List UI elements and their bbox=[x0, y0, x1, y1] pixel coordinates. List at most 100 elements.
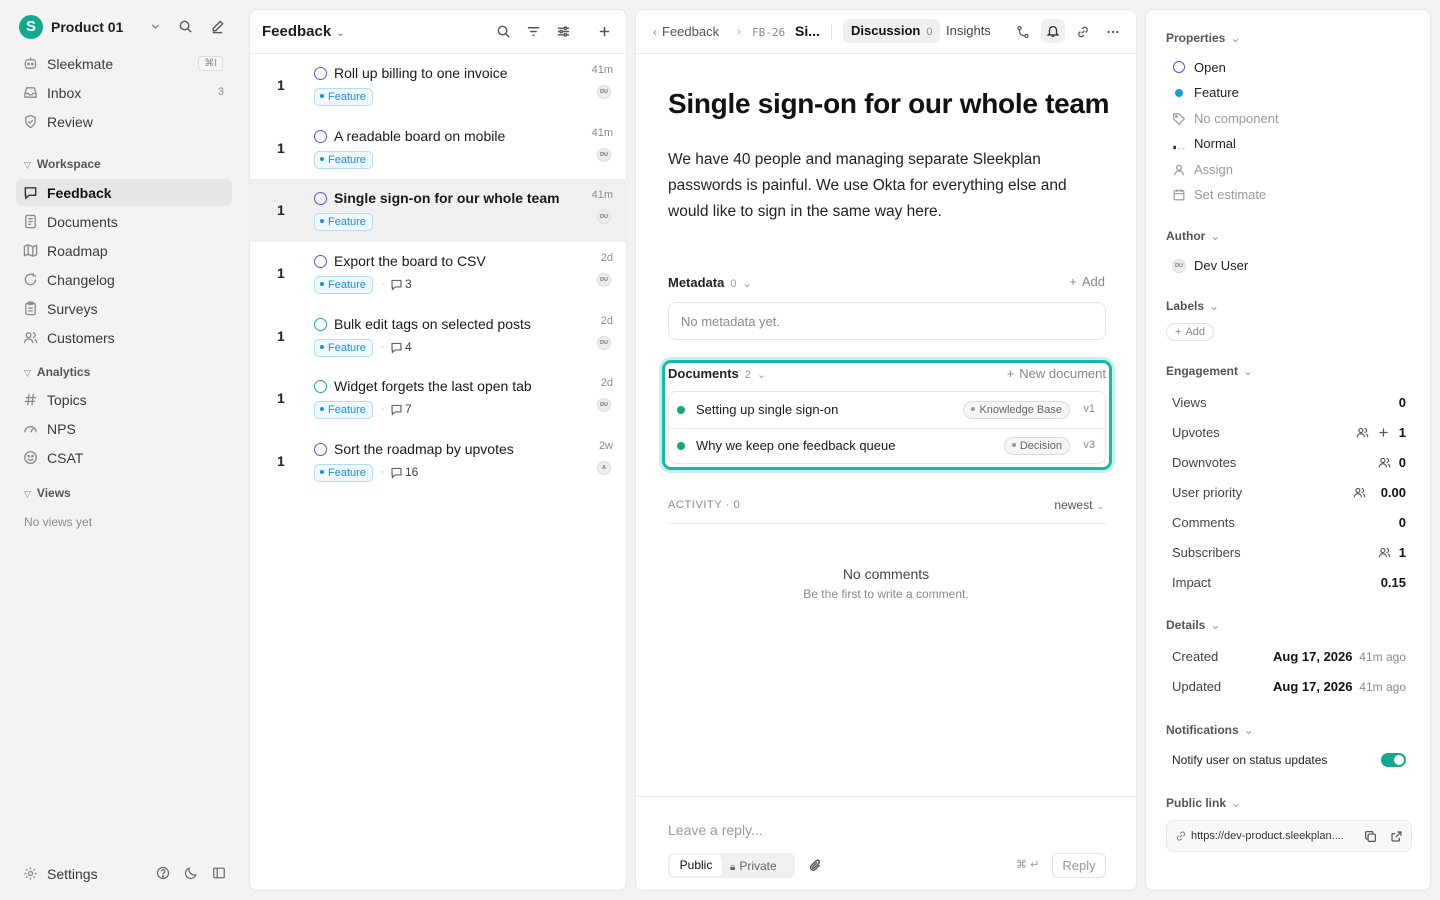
workspace-logo[interactable]: S bbox=[19, 15, 43, 39]
documents-toggle[interactable]: Documents 2 ⌄ bbox=[668, 366, 766, 381]
list-item[interactable]: 1 A readable board on mobile Feature 41m… bbox=[250, 117, 627, 180]
document-row[interactable]: Setting up single sign-on Knowledge Base… bbox=[669, 392, 1101, 428]
metadata-toggle[interactable]: Metadata 0 ⌄ bbox=[668, 275, 752, 290]
users-icon[interactable] bbox=[1353, 486, 1366, 499]
section-analytics[interactable]: ▽ Analytics bbox=[24, 365, 90, 379]
branch-icon[interactable] bbox=[1016, 25, 1030, 39]
sidebar-item-roadmap[interactable]: Roadmap bbox=[16, 237, 232, 264]
sliders-icon[interactable] bbox=[556, 24, 571, 39]
sidebar-item-nps[interactable]: NPS bbox=[16, 415, 232, 442]
visibility-private[interactable]: 🔒︎ Private bbox=[730, 859, 777, 873]
properties-section-toggle[interactable]: Properties bbox=[1166, 31, 1240, 45]
document-row[interactable]: Why we keep one feedback queue Decision … bbox=[669, 428, 1101, 464]
documents-section: Documents 2 ⌄ + New document Setting up sin… bbox=[662, 360, 1112, 470]
public-link-section-toggle[interactable]: Public link bbox=[1166, 796, 1241, 810]
engagement-downvotes: Downvotes 0 bbox=[1172, 455, 1406, 470]
page-title[interactable]: Single sign-on for our whole team bbox=[668, 88, 1110, 120]
sort-dropdown[interactable]: newest ⌄ bbox=[1054, 498, 1104, 512]
sidebar-item-topics[interactable]: Topics bbox=[16, 386, 232, 413]
vote-count[interactable]: 1 bbox=[277, 140, 285, 156]
list-item[interactable]: 1 Widget forgets the last open tab Featu… bbox=[250, 367, 627, 430]
avatar: DU bbox=[597, 273, 611, 287]
clipboard-icon bbox=[25, 301, 36, 316]
search-icon[interactable] bbox=[496, 24, 511, 39]
details-section-toggle[interactable]: Details bbox=[1166, 618, 1220, 632]
separator-dot: · bbox=[381, 466, 385, 478]
breadcrumb-back[interactable]: ‹ Feedback bbox=[653, 24, 719, 39]
public-link-field[interactable]: https://dev-product.sleekplan.... bbox=[1166, 820, 1412, 852]
sidebar-toggle-icon[interactable] bbox=[212, 866, 226, 880]
users-icon[interactable] bbox=[1378, 456, 1391, 469]
sidebar-item-documents[interactable]: Documents bbox=[16, 208, 232, 235]
section-views[interactable]: ▽ Views bbox=[24, 486, 71, 500]
sidebar-item-customers[interactable]: Customers bbox=[16, 324, 232, 351]
metadata-add-button[interactable]: + Add bbox=[1069, 274, 1105, 289]
plus-icon[interactable] bbox=[1377, 426, 1390, 439]
list-item[interactable]: 1 Export the board to CSV Feature · 3 2d… bbox=[250, 242, 627, 305]
new-document-button[interactable]: + New document bbox=[1007, 366, 1106, 381]
external-link-icon[interactable] bbox=[1390, 830, 1403, 843]
list-title[interactable]: Feedback ⌄ bbox=[262, 23, 345, 40]
tab-insights[interactable]: Insights bbox=[938, 19, 999, 43]
vote-count[interactable]: 1 bbox=[277, 77, 285, 93]
vote-count[interactable]: 1 bbox=[277, 453, 285, 469]
labels-section-toggle[interactable]: Labels bbox=[1166, 299, 1219, 313]
list-item[interactable]: 1 Sort the roadmap by upvotes Feature · … bbox=[250, 430, 627, 493]
metadata-empty: No metadata yet. bbox=[681, 314, 780, 329]
visibility-public[interactable]: Public bbox=[670, 855, 722, 876]
section-label: Analytics bbox=[36, 365, 91, 379]
chevron-down-icon: ⌄ bbox=[756, 369, 767, 381]
list-item-selected[interactable]: 1 Single sign-on for our whole team Feat… bbox=[250, 179, 627, 242]
filter-icon[interactable] bbox=[526, 24, 541, 39]
users-icon[interactable] bbox=[1378, 546, 1391, 559]
workspace-name[interactable]: Product 01 bbox=[51, 19, 123, 35]
compose-icon[interactable] bbox=[210, 19, 225, 34]
item-time: 2d bbox=[600, 315, 613, 327]
paperclip-icon[interactable] bbox=[808, 858, 823, 873]
shortcut-hint: ⌘ ↵ bbox=[1016, 859, 1040, 871]
vote-count[interactable]: 1 bbox=[277, 390, 285, 406]
tab-label: Discussion bbox=[851, 23, 921, 38]
chevron-down-icon[interactable] bbox=[149, 20, 162, 33]
description[interactable]: We have 40 people and managing separate … bbox=[668, 147, 1108, 225]
help-icon[interactable] bbox=[156, 866, 170, 880]
add-label-button[interactable]: + Add bbox=[1166, 323, 1215, 341]
notifications-section-toggle[interactable]: Notifications bbox=[1166, 723, 1254, 737]
author-section-toggle[interactable]: Author bbox=[1166, 229, 1220, 243]
sidebar-item-label: Review bbox=[47, 114, 93, 130]
tab-count: 0 bbox=[926, 26, 933, 38]
search-icon[interactable] bbox=[178, 19, 193, 34]
plus-icon[interactable] bbox=[597, 24, 612, 39]
component-value: No component bbox=[1194, 111, 1279, 126]
metric-value: 0.00 bbox=[1380, 485, 1406, 500]
type-tag: Feature bbox=[314, 276, 373, 294]
vote-count[interactable]: 1 bbox=[277, 202, 285, 218]
engagement-section-toggle[interactable]: Engagement bbox=[1166, 364, 1253, 378]
moon-icon[interactable] bbox=[184, 866, 198, 880]
estimate-value: Set estimate bbox=[1194, 187, 1267, 202]
users-icon[interactable] bbox=[1356, 426, 1369, 439]
sidebar-item-surveys[interactable]: Surveys bbox=[16, 295, 232, 322]
sidebar-item-changelog[interactable]: Changelog bbox=[16, 266, 232, 293]
sidebar-item-settings[interactable]: Settings bbox=[16, 860, 136, 887]
tab-discussion[interactable]: Discussion 0 bbox=[843, 19, 941, 43]
copy-icon[interactable] bbox=[1364, 830, 1377, 843]
list-item[interactable]: 1 Roll up billing to one invoice Feature… bbox=[250, 54, 627, 117]
metadata-label: Metadata bbox=[668, 275, 725, 290]
sidebar-item-review[interactable]: Review bbox=[16, 108, 232, 135]
more-icon[interactable] bbox=[1106, 25, 1120, 39]
sidebar-item-sleekmate[interactable]: Sleekmate ⌘I bbox=[16, 50, 232, 77]
item-time: 41m bbox=[591, 64, 613, 76]
list-item[interactable]: 1 Bulk edit tags on selected posts Featu… bbox=[250, 305, 627, 368]
vote-count[interactable]: 1 bbox=[277, 328, 285, 344]
sidebar-item-csat[interactable]: CSAT bbox=[16, 444, 232, 471]
vote-count[interactable]: 1 bbox=[277, 265, 285, 281]
metric-value: 0 bbox=[1398, 395, 1406, 410]
sidebar-item-inbox[interactable]: Inbox 3 bbox=[16, 79, 232, 106]
link-icon[interactable] bbox=[1076, 25, 1090, 39]
reply-input[interactable]: Leave a reply... bbox=[668, 822, 763, 838]
sidebar-item-feedback[interactable]: Feedback bbox=[16, 179, 232, 206]
section-workspace[interactable]: ▽ Workspace bbox=[24, 157, 101, 171]
reply-button[interactable]: Reply bbox=[1052, 853, 1106, 878]
notify-toggle[interactable] bbox=[1381, 753, 1406, 767]
